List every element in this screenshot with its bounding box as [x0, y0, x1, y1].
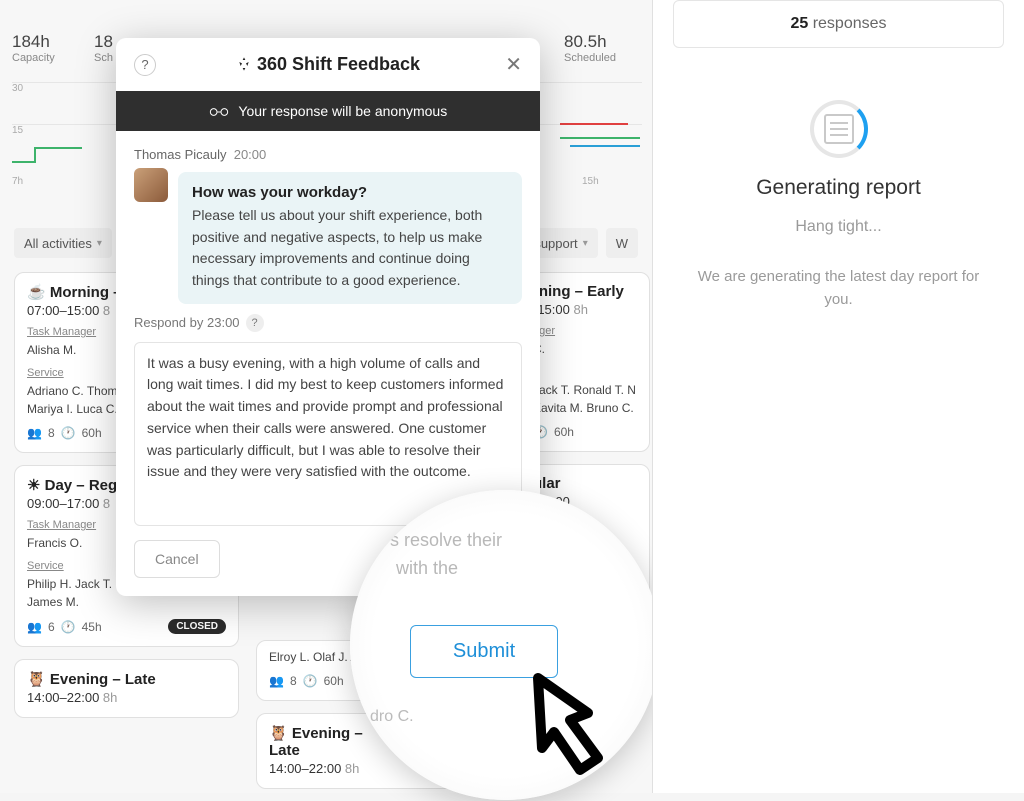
clock-icon: 🕐: [61, 620, 76, 634]
y-tick: 30: [12, 83, 23, 94]
generating-description: We are generating the latest day report …: [673, 266, 1004, 311]
schedule-background: 184h Capacity 18 Sch 80.5h Scheduled 30 …: [0, 0, 652, 793]
respond-by-row: Respond by 23:00 ?: [116, 314, 540, 332]
lens-faint-text: s resolve their: [390, 530, 502, 551]
anonymous-banner: Your response will be anonymous: [116, 91, 540, 131]
lens-bg-text: dro C.: [370, 708, 414, 726]
modal-title: 360 Shift Feedback: [236, 54, 420, 75]
question-bubble: How was your workday? Please tell us abo…: [178, 172, 522, 304]
x-tick: 15h: [582, 176, 599, 187]
people-icon: 👥: [269, 674, 284, 688]
help-icon[interactable]: ?: [246, 314, 264, 332]
shift-card-evening[interactable]: 🦉 Evening – Late 14:00–22:00 8h: [14, 659, 239, 718]
recycle-icon: [236, 56, 252, 72]
glasses-icon: [209, 106, 229, 118]
people-icon: 👥: [27, 426, 42, 440]
x-tick: 7h: [12, 176, 23, 187]
clock-icon: 🕐: [303, 674, 318, 688]
lens-faint-text: with the: [396, 558, 458, 579]
filter-w[interactable]: W: [606, 228, 638, 258]
author-name: Thomas Picauly: [134, 147, 226, 162]
author-time: 20:00: [234, 147, 267, 162]
stat-scheduled: 80.5h Scheduled: [564, 32, 616, 64]
conversation: Thomas Picauly 20:00 How was your workda…: [116, 131, 540, 314]
cursor-hand-icon: [498, 658, 648, 798]
status-badge-closed: CLOSED: [168, 619, 226, 634]
response-count-box: 25 responses: [673, 0, 1004, 48]
chevron-down-icon: ▾: [583, 238, 588, 249]
stat-scheduled-partial: 18 Sch: [94, 32, 113, 64]
people-icon: 👥: [27, 620, 42, 634]
filter-activities[interactable]: All activities▾: [14, 228, 112, 258]
help-icon[interactable]: ?: [134, 54, 156, 76]
report-panel: 25 responses Generating report Hang tigh…: [652, 0, 1024, 793]
y-tick: 15: [12, 125, 23, 136]
generating-subtitle: Hang tight...: [673, 218, 1004, 236]
chevron-down-icon: ▾: [97, 238, 102, 249]
zoom-lens: s resolve their with the Submit dro C.: [350, 490, 660, 800]
avatar: [134, 168, 168, 202]
stat-capacity: 184h Capacity: [12, 32, 55, 64]
clock-icon: 🕐: [61, 426, 76, 440]
loading-spinner-icon: [810, 100, 868, 158]
cancel-button[interactable]: Cancel: [134, 540, 220, 578]
generating-title: Generating report: [673, 176, 1004, 200]
close-icon[interactable]: ✕: [505, 52, 522, 77]
